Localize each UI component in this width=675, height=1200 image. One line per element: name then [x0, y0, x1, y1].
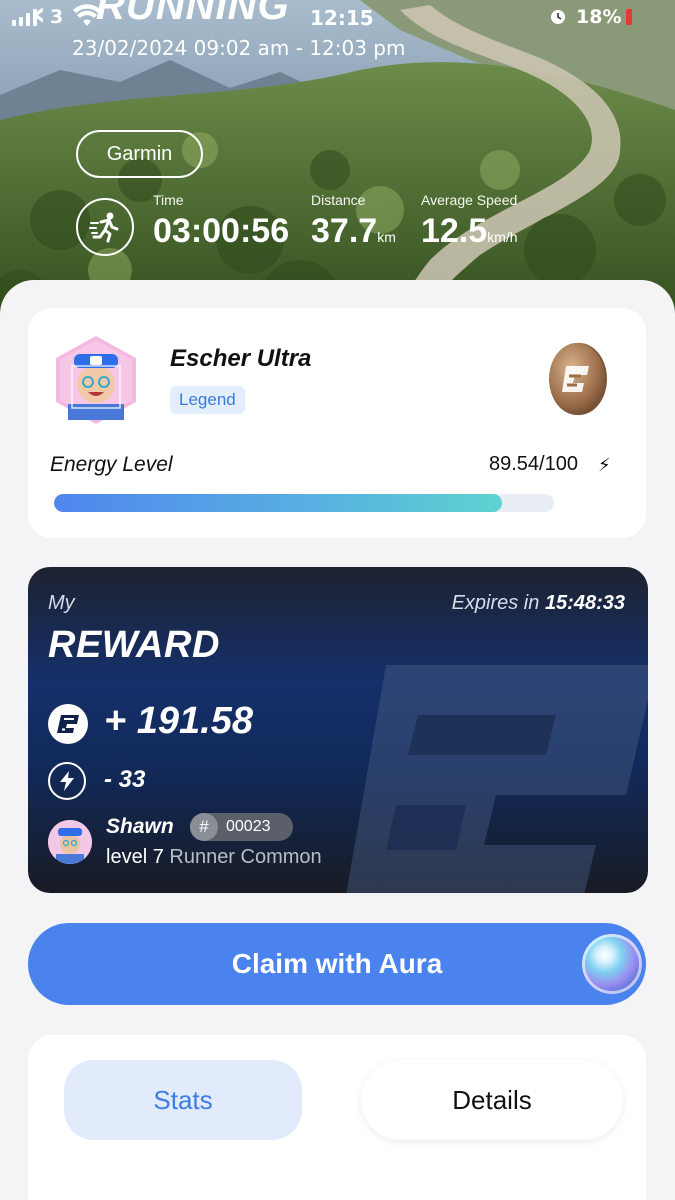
reward-coin-icon [48, 704, 88, 744]
runner-icon [76, 198, 134, 256]
tab-label: Stats [153, 1084, 213, 1115]
metric-value: 37.7km [311, 212, 396, 250]
user-avatar[interactable] [50, 334, 142, 426]
tab-label: Details [452, 1084, 532, 1115]
hero-banner: 3 12:15 18% ‹ RUNNING 23/02/2024 09:02 a… [0, 0, 675, 320]
hash-icon: # [190, 813, 218, 841]
carrier-label: 3 [50, 6, 64, 28]
battery-icon [626, 9, 632, 25]
dash-coin-icon [549, 343, 607, 415]
runner-name: Shawn [106, 815, 174, 838]
metric-unit: km/h [487, 229, 518, 245]
profile-name: Escher Ultra [170, 345, 312, 372]
energy-progress-bar [54, 494, 554, 512]
rank-badge: Legend [170, 386, 245, 414]
lightning-icon: ⚡ [598, 455, 611, 476]
energy-progress-fill [54, 494, 502, 512]
battery-percent: 18% [576, 6, 622, 28]
reward-expiry-time: 15:48:33 [544, 592, 625, 614]
reward-amount: + 191.58 [104, 700, 253, 742]
metric-label: Distance [311, 192, 366, 208]
energy-cost: - 33 [104, 766, 146, 793]
metric-value: 12.5km/h [421, 212, 518, 250]
dash-logo-watermark-icon [346, 665, 648, 893]
claim-with-aura-button[interactable]: Claim with Aura [28, 923, 646, 1005]
energy-level-label: Energy Level [50, 453, 173, 476]
reward-expiry: Expires in 15:48:33 [451, 592, 625, 614]
runner-id-badge: # 00023 [190, 813, 293, 841]
clock-time: 12:15 [310, 6, 374, 30]
back-chevron-icon[interactable]: ‹ [32, 0, 46, 34]
source-badge: Garmin [76, 130, 203, 178]
tab-details[interactable]: Details [361, 1060, 623, 1140]
metric-label: Time [153, 192, 184, 208]
claim-button-label: Claim with Aura [231, 948, 443, 979]
energy-cost-bolt-icon [48, 762, 86, 800]
reward-my-label: My [48, 592, 75, 614]
energy-level-value: 89.54/100 [489, 453, 578, 475]
metric-value: 03:00:56 [153, 212, 290, 250]
page-title: RUNNING [96, 0, 290, 28]
metric-average-speed: Average Speed 12.5km/h [421, 192, 518, 251]
metric-unit: km [377, 229, 396, 245]
runner-tier: Runner Common [169, 846, 322, 868]
runner-id: 00023 [226, 818, 271, 835]
runner-level: level 7 Runner Common [106, 846, 322, 868]
metric-time: Time 03:00:56 [153, 192, 289, 251]
aura-orb-icon [582, 934, 642, 994]
metric-label: Average Speed [421, 192, 518, 208]
metric-distance: Distance 37.7km [311, 192, 396, 251]
source-label: Garmin [106, 142, 173, 165]
reward-title: REWARD [48, 624, 220, 666]
activity-date-range: 23/02/2024 09:02 am - 12:03 pm [72, 36, 406, 60]
tab-stats[interactable]: Stats [64, 1060, 302, 1140]
alarm-icon [551, 10, 565, 24]
runner-avatar [48, 820, 92, 864]
